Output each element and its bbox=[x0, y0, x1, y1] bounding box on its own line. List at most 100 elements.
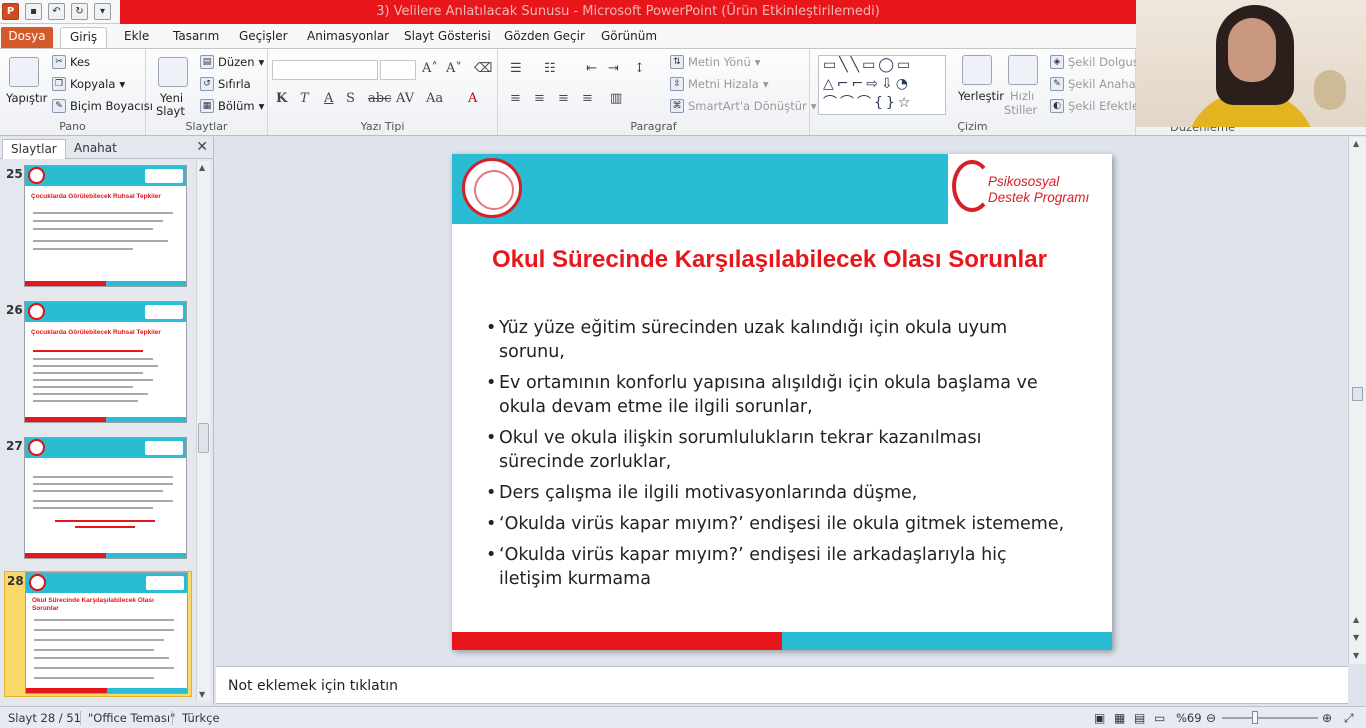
arrange-button[interactable]: Yerleştir bbox=[958, 89, 1004, 103]
new-slide-label-2[interactable]: Slayt bbox=[156, 104, 185, 118]
shape-fill-button[interactable]: ◈ Şekil Dolgusu bbox=[1050, 55, 1146, 69]
zoom-slider-knob[interactable] bbox=[1252, 711, 1258, 724]
align-center-icon[interactable]: ≡ bbox=[534, 91, 545, 106]
notes-placeholder[interactable]: Not eklemek için tıklatın bbox=[228, 678, 398, 694]
line-spacing-icon[interactable]: ↕ bbox=[634, 61, 645, 76]
scroll-thumb[interactable] bbox=[1352, 387, 1363, 401]
theme-name[interactable]: "Office Teması" bbox=[88, 711, 175, 725]
paste-button[interactable]: Yapıştır bbox=[6, 91, 47, 105]
tab-ekle[interactable]: Ekle bbox=[115, 27, 158, 48]
smartart-icon: ⌘ bbox=[670, 99, 684, 113]
tab-anahat[interactable]: Anahat bbox=[66, 139, 125, 159]
bullets-icon[interactable]: ☰ bbox=[510, 61, 522, 76]
scissors-icon: ✂ bbox=[52, 55, 66, 69]
align-left-icon[interactable]: ≡ bbox=[510, 91, 521, 106]
clear-format-icon[interactable]: ⌫ bbox=[474, 61, 492, 76]
justify-icon[interactable]: ≡ bbox=[582, 91, 593, 106]
font-size-combo[interactable] bbox=[380, 60, 416, 80]
grow-font-icon[interactable]: A˄ bbox=[422, 61, 438, 76]
underline-icon[interactable]: A bbox=[324, 91, 333, 106]
strikethrough-icon[interactable]: abc bbox=[368, 91, 391, 106]
redo-icon[interactable]: ↻ bbox=[71, 3, 88, 20]
shape-outline-button[interactable]: ✎ Şekil Anahattı bbox=[1050, 77, 1148, 91]
numbering-icon[interactable]: ☷ bbox=[544, 61, 556, 76]
decrease-indent-icon[interactable]: ⇤ bbox=[586, 61, 597, 76]
slide-bullet-list[interactable]: Yüz yüze eğitim sürecinden uzak kalındığ… bbox=[486, 316, 1066, 598]
font-color-icon[interactable]: A bbox=[468, 91, 477, 106]
reading-view-icon[interactable]: ▤ bbox=[1134, 711, 1145, 725]
slide-thumbnail-25[interactable]: 25 Çocuklarda Görülebilecek Ruhsal Tepki… bbox=[4, 165, 192, 291]
bold-icon[interactable]: K bbox=[276, 91, 287, 106]
slide-thumbnail-26[interactable]: 26 Çocuklarda Görülebilecek Ruhsal Tepki… bbox=[4, 301, 192, 427]
shrink-font-icon[interactable]: A˅ bbox=[446, 61, 462, 76]
scroll-up-icon[interactable]: ▲ bbox=[199, 163, 205, 172]
new-slide-icon[interactable] bbox=[158, 57, 188, 87]
increase-indent-icon[interactable]: ⇥ bbox=[608, 61, 619, 76]
smartart-button[interactable]: ⌘ SmartArt'a Dönüştür ▾ bbox=[670, 99, 817, 113]
tab-animasyonlar[interactable]: Animasyonlar bbox=[298, 27, 398, 48]
reset-button[interactable]: ↺ Sıfırla bbox=[200, 77, 251, 91]
slide-thumbnail-27[interactable]: 27 bbox=[4, 437, 192, 563]
next-slide-icon[interactable]: ▼ bbox=[1353, 633, 1359, 642]
tab-dosya[interactable]: Dosya bbox=[1, 27, 53, 48]
scroll-up-icon[interactable]: ▲ bbox=[1353, 139, 1359, 148]
italic-icon[interactable]: T bbox=[300, 91, 309, 106]
language-indicator[interactable]: Türkçe bbox=[182, 711, 220, 725]
paste-icon[interactable] bbox=[9, 57, 39, 87]
shape-effects-button[interactable]: ◐ Şekil Efektleri bbox=[1050, 99, 1147, 113]
arrange-icon[interactable] bbox=[962, 55, 992, 85]
slide-title[interactable]: Okul Sürecinde Karşılaşılabilecek Olası … bbox=[492, 246, 1052, 274]
tab-slaytlar[interactable]: Slaytlar bbox=[2, 139, 66, 159]
current-slide[interactable]: Psikososyal Destek Programı Okul Sürecind… bbox=[452, 154, 1112, 650]
text-direction-button[interactable]: ⇅ Metin Yönü ▾ bbox=[670, 55, 761, 69]
zoom-in-icon[interactable]: ⊕ bbox=[1322, 711, 1332, 725]
columns-icon[interactable]: ▥ bbox=[610, 91, 622, 106]
zoom-level[interactable]: %69 bbox=[1176, 711, 1202, 725]
tab-tasarim[interactable]: Tasarım bbox=[164, 27, 228, 48]
format-painter-button[interactable]: ✎ Biçim Boyacısı bbox=[52, 99, 153, 113]
hand-icon bbox=[952, 160, 992, 212]
normal-view-icon[interactable]: ▣ bbox=[1094, 711, 1105, 725]
quick-styles-icon[interactable] bbox=[1008, 55, 1038, 85]
new-slide-label-1[interactable]: Yeni bbox=[160, 91, 183, 105]
font-name-combo[interactable] bbox=[272, 60, 378, 80]
close-panel-icon[interactable]: ✕ bbox=[196, 139, 208, 155]
section-button[interactable]: ▦ Bölüm ▾ bbox=[200, 99, 264, 113]
tab-gecisler[interactable]: Geçişler bbox=[230, 27, 297, 48]
slide-thumbnail-28[interactable]: 28 Okul Sürecinde Karşılaşılabilecek Ola… bbox=[4, 571, 192, 697]
change-case-icon[interactable]: Aa bbox=[426, 91, 443, 106]
align-text-button[interactable]: ⇳ Metni Hizala ▾ bbox=[670, 77, 769, 91]
scroll-thumb[interactable] bbox=[198, 423, 209, 453]
tab-slayt-gosterisi[interactable]: Slayt Gösterisi bbox=[395, 27, 500, 48]
zoom-slider[interactable] bbox=[1222, 717, 1318, 719]
slideshow-icon[interactable]: ▭ bbox=[1154, 711, 1165, 725]
tab-gozden-gecir[interactable]: Gözden Geçir bbox=[495, 27, 594, 48]
quick-styles-label-1[interactable]: Hızlı bbox=[1010, 89, 1034, 103]
prev-slide-icon[interactable]: ▲ bbox=[1353, 615, 1359, 624]
spacing-icon[interactable]: AV bbox=[396, 91, 414, 106]
slide-sorter-icon[interactable]: ▦ bbox=[1114, 711, 1125, 725]
scroll-down-icon[interactable]: ▼ bbox=[199, 690, 205, 699]
save-icon[interactable]: ▪ bbox=[25, 3, 42, 20]
tab-gorunum[interactable]: Görünüm bbox=[592, 27, 666, 48]
quick-styles-label-2[interactable]: Stiller bbox=[1004, 103, 1037, 117]
window-title: 3) Velilere Anlatılacak Sunusu - Microso… bbox=[376, 4, 880, 19]
panel-scrollbar[interactable]: ▲ ▼ bbox=[196, 161, 210, 701]
cut-button[interactable]: ✂ Kes bbox=[52, 55, 90, 69]
shadow-icon[interactable]: S bbox=[346, 91, 355, 106]
shapes-gallery[interactable]: ▭╲╲▭◯▭ △⌐⌐⇨⇩◔ ⌒⌒⌒{}☆ bbox=[818, 55, 946, 115]
copy-button[interactable]: ❐ Kopyala ▾ bbox=[52, 77, 125, 91]
slide-editing-area: Psikososyal Destek Programı Okul Sürecind… bbox=[216, 137, 1348, 664]
customize-qat-icon[interactable]: ▾ bbox=[94, 3, 111, 20]
scroll-down-icon[interactable]: ▼ bbox=[1353, 651, 1359, 660]
slide-scrollbar[interactable]: ▲ ▲ ▼ ▼ bbox=[1348, 137, 1366, 664]
group-label-paragraf: Paragraf bbox=[630, 120, 677, 133]
powerpoint-app-icon[interactable]: P bbox=[2, 3, 19, 20]
zoom-out-icon[interactable]: ⊖ bbox=[1206, 711, 1216, 725]
align-right-icon[interactable]: ≡ bbox=[558, 91, 569, 106]
tab-giris[interactable]: Giriş bbox=[60, 27, 108, 48]
fit-to-window-icon[interactable]: ⤢ bbox=[1344, 711, 1354, 726]
layout-button[interactable]: ▤ Düzen ▾ bbox=[200, 55, 264, 69]
undo-icon[interactable]: ↶ bbox=[48, 3, 65, 20]
notes-pane[interactable]: Not eklemek için tıklatın bbox=[216, 666, 1348, 704]
